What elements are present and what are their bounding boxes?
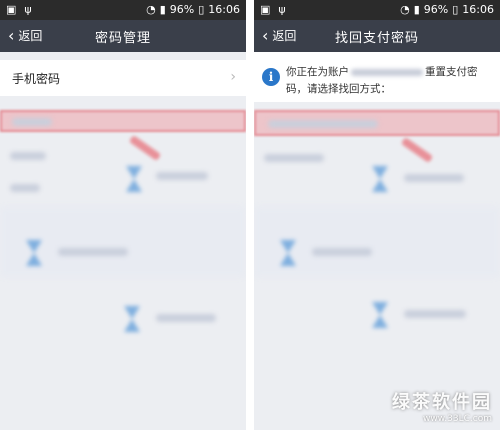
page-title: 找回支付密码 — [334, 31, 419, 46]
blurred-text — [12, 118, 52, 126]
chevron-right-icon: › — [230, 69, 236, 85]
app-bar: ‹ 返回 密码管理 — [0, 20, 246, 52]
right-phone-screen: ▣ ψ ◔ ▮ 96% ▯ 16:06 ‹ 返回 找回支付密码 i 你正在为账户… — [254, 0, 500, 430]
signal-icon: ▮ — [413, 3, 420, 16]
usb-icon: ψ — [278, 3, 286, 16]
list-item-phone-password[interactable]: 手机密码 › — [0, 60, 246, 96]
blurred-text — [264, 154, 324, 162]
blurred-text — [404, 174, 464, 182]
blurred-text — [268, 120, 378, 128]
content-area — [254, 102, 500, 430]
blurred-text — [156, 314, 216, 322]
blurred-text — [404, 310, 466, 318]
battery-icon: ▯ — [198, 3, 205, 16]
gallery-icon: ▣ — [260, 3, 271, 16]
blurred-text — [312, 248, 372, 256]
blurred-logo-icon — [124, 306, 140, 332]
screen-divider — [246, 0, 254, 430]
site-watermark: 绿茶软件园 www.33LC.com — [392, 388, 492, 424]
page-title: 密码管理 — [94, 31, 151, 46]
arrow-pointer-annotation — [400, 136, 434, 164]
gallery-icon: ▣ — [6, 3, 17, 16]
left-phone-screen: ▣ ψ ◔ ▮ 96% ▯ 16:06 ‹ 返回 密码管理 手机密码 › — [0, 0, 246, 430]
blurred-text — [10, 152, 46, 160]
info-icon: i — [262, 68, 280, 86]
status-bar: ▣ ψ ◔ ▮ 96% ▯ 16:06 — [0, 0, 246, 20]
blurred-logo-icon — [280, 240, 296, 266]
info-notice: i 你正在为账户 重置支付密码，请选择找回方式： — [254, 52, 500, 102]
battery-percent: 96% — [423, 3, 449, 16]
arrow-pointer-annotation — [128, 134, 162, 162]
wifi-icon: ◔ — [400, 3, 410, 16]
list-item-label: 手机密码 — [12, 72, 61, 86]
usb-icon: ψ — [24, 3, 32, 16]
status-time: 16:06 — [462, 3, 494, 16]
info-prefix: 你正在为账户 — [286, 66, 349, 78]
blurred-logo-icon — [126, 166, 142, 192]
blurred-logo-icon — [372, 302, 388, 328]
blurred-text — [156, 172, 208, 180]
info-text: 你正在为账户 重置支付密码，请选择找回方式： — [286, 64, 492, 98]
blurred-account — [351, 68, 423, 76]
blurred-text — [10, 184, 40, 192]
signal-icon: ▮ — [159, 3, 166, 16]
blurred-logo-icon — [372, 166, 388, 192]
blurred-text — [58, 248, 128, 256]
status-bar: ▣ ψ ◔ ▮ 96% ▯ 16:06 — [254, 0, 500, 20]
blurred-logo-icon — [26, 240, 42, 266]
battery-percent: 96% — [169, 3, 195, 16]
watermark-site-name: 绿茶软件园 — [392, 392, 492, 413]
battery-icon: ▯ — [452, 3, 459, 16]
content-area: 手机密码 › — [0, 52, 246, 430]
wifi-icon: ◔ — [146, 3, 156, 16]
watermark-url: www.33LC.com — [423, 414, 492, 424]
status-time: 16:06 — [208, 3, 240, 16]
app-bar: ‹ 返回 找回支付密码 — [254, 20, 500, 52]
